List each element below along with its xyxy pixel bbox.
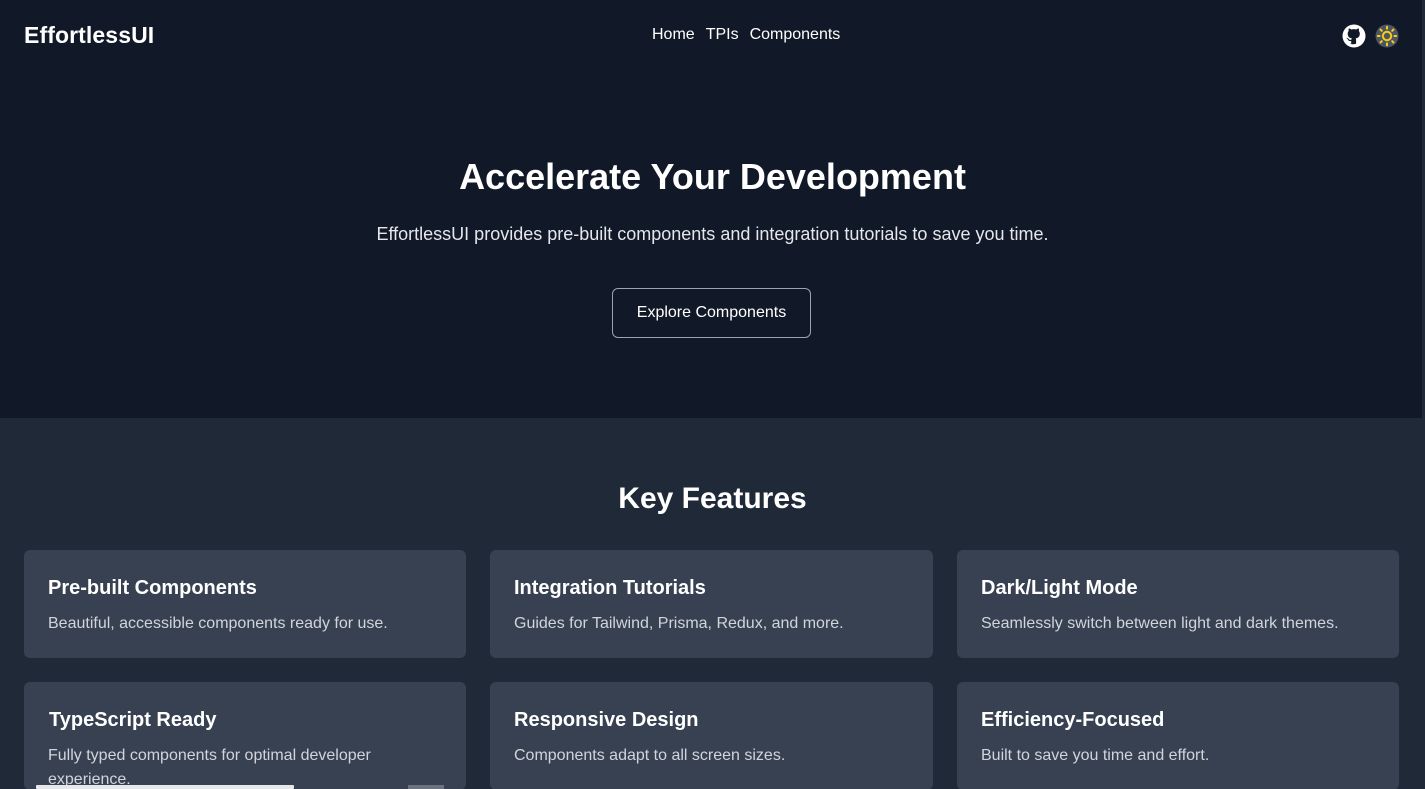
feature-card-description: Guides for Tailwind, Prisma, Redux, and … <box>514 615 844 632</box>
feature-card-title: Efficiency-Focused <box>981 709 1165 731</box>
feature-card-description: Components adapt to all screen sizes. <box>514 747 786 764</box>
sun-icon[interactable] <box>1375 24 1399 48</box>
page: EffortlessUI Home TPIs Components Accele… <box>0 0 1425 789</box>
feature-card: Responsive Design Components adapt to al… <box>490 682 933 789</box>
feature-card-description: Beautiful, accessible components ready f… <box>48 615 388 632</box>
horizontal-scrollbar-marker <box>408 785 444 789</box>
nav-link-components[interactable]: Components <box>750 26 841 44</box>
hero-section: Accelerate Your Development EffortlessUI… <box>0 72 1425 418</box>
feature-card-title: TypeScript Ready <box>49 709 217 731</box>
horizontal-scrollbar-thumb[interactable] <box>36 785 294 789</box>
features-section: Key Features Pre-built Components Beauti… <box>0 418 1425 789</box>
feature-card: Dark/Light Mode Seamlessly switch betwee… <box>957 550 1399 658</box>
feature-card-description: Seamlessly switch between light and dark… <box>981 615 1339 632</box>
feature-card: Integration Tutorials Guides for Tailwin… <box>490 550 933 658</box>
main-nav: Home TPIs Components <box>652 26 840 44</box>
explore-components-button[interactable]: Explore Components <box>612 288 811 338</box>
feature-card-title: Responsive Design <box>514 709 699 731</box>
feature-card: Efficiency-Focused Built to save you tim… <box>957 682 1399 789</box>
github-icon[interactable] <box>1342 24 1366 48</box>
nav-link-tpis[interactable]: TPIs <box>706 26 739 44</box>
feature-card-title: Integration Tutorials <box>514 577 706 599</box>
hero-title: Accelerate Your Development <box>459 156 966 197</box>
feature-card: TypeScript Ready Fully typed components … <box>24 682 466 789</box>
feature-card-description: Fully typed components for optimal devel… <box>48 747 371 788</box>
feature-card-title: Dark/Light Mode <box>981 577 1138 599</box>
hero-subtitle: EffortlessUI provides pre-built componen… <box>376 224 1049 244</box>
features-title: Key Features <box>618 482 807 515</box>
nav-link-home[interactable]: Home <box>652 26 695 44</box>
top-navbar: EffortlessUI Home TPIs Components <box>0 0 1425 72</box>
site-logo[interactable]: EffortlessUI <box>24 22 154 49</box>
feature-card-description: Built to save you time and effort. <box>981 747 1210 764</box>
header-actions <box>1342 24 1399 48</box>
feature-card-title: Pre-built Components <box>48 577 257 599</box>
feature-card: Pre-built Components Beautiful, accessib… <box>24 550 466 658</box>
